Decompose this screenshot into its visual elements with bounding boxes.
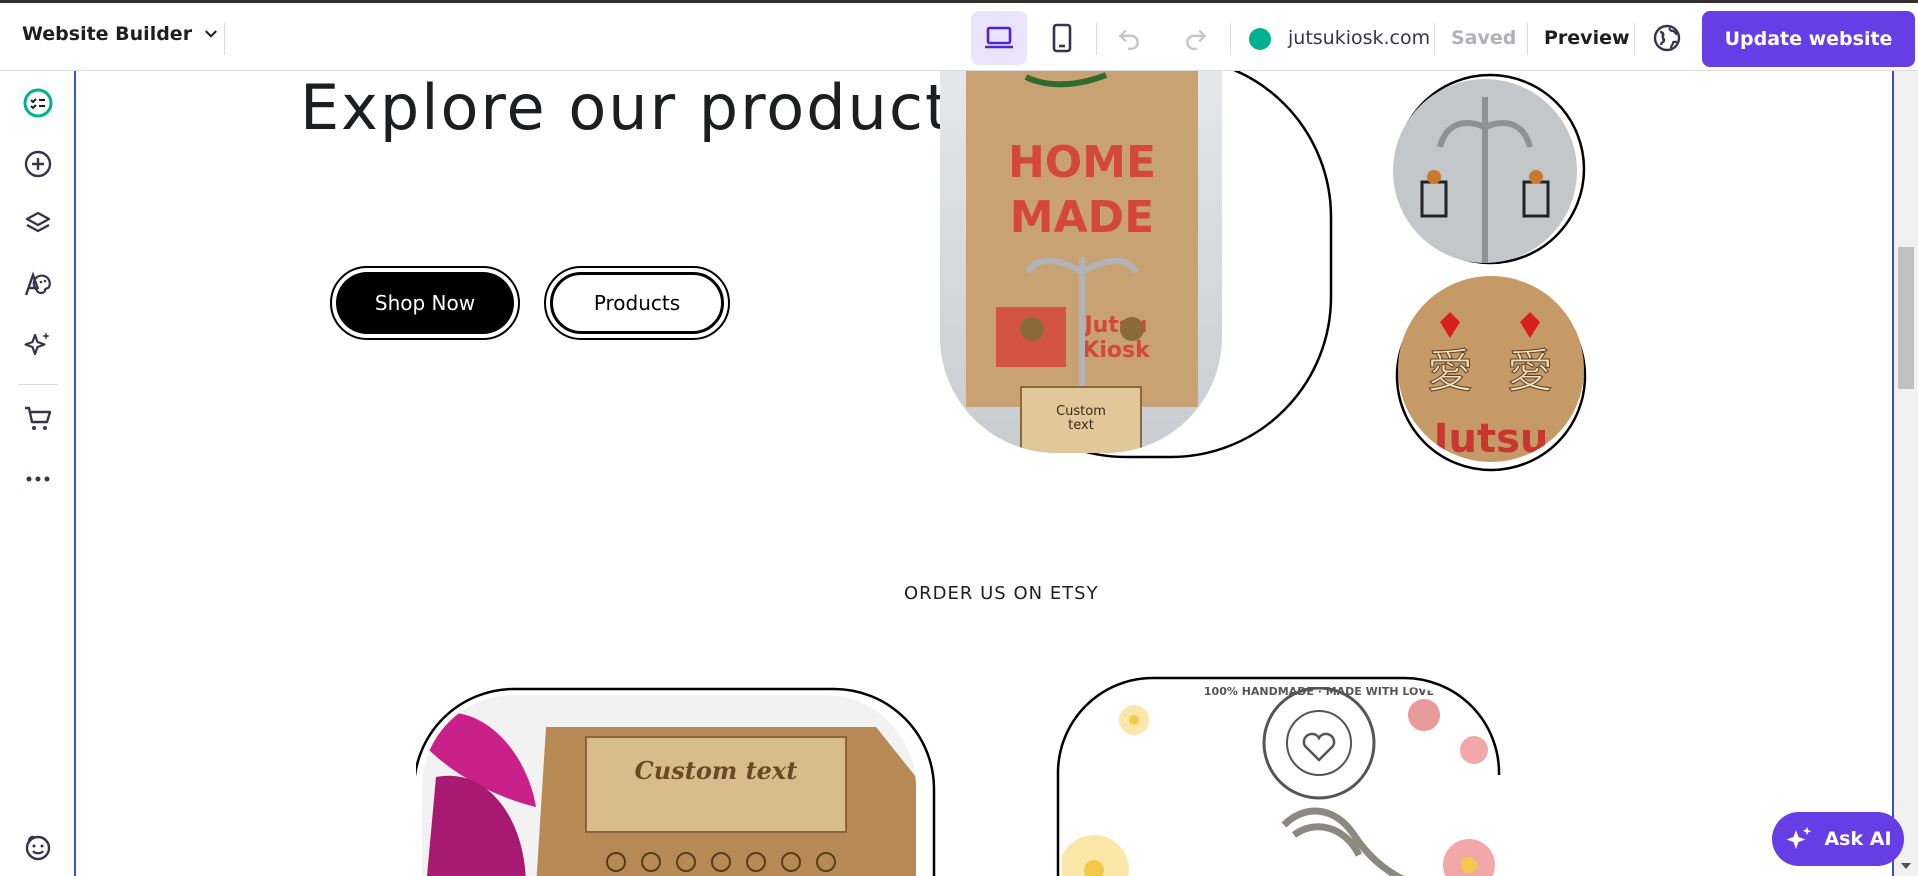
website-builder-menu[interactable]: Website Builder (22, 23, 220, 45)
sidebar-item-add[interactable] (20, 146, 56, 182)
globe-icon (1653, 24, 1681, 52)
scroll-down-arrow-icon[interactable] (1900, 861, 1912, 871)
undo-button[interactable] (1101, 11, 1157, 65)
left-sidebar (0, 71, 76, 876)
preview-button[interactable]: Preview (1544, 27, 1630, 49)
ask-ai-button[interactable]: Ask AI (1772, 812, 1904, 866)
svg-text:text: text (1068, 418, 1094, 433)
products-button[interactable]: Products (550, 272, 724, 334)
divider (1634, 23, 1635, 55)
sidebar-item-store[interactable] (20, 401, 56, 437)
product-image-heart-earrings[interactable]: 愛 愛 Jutsu (1388, 267, 1594, 473)
hero-title[interactable]: Explore our products (300, 71, 986, 144)
update-website-button[interactable]: Update website (1702, 11, 1915, 67)
chevron-down-icon (205, 30, 218, 38)
sidebar-divider (18, 384, 58, 385)
add-icon (24, 150, 52, 178)
cart-icon (25, 406, 52, 430)
ask-ai-label: Ask AI (1824, 828, 1892, 850)
scrollbar[interactable] (1894, 71, 1918, 876)
page-canvas: Explore our products Shop Now Products H… (76, 71, 1892, 876)
handmade-stamp-text: 100% HANDMADE · MADE WITH LOVE (1204, 685, 1434, 698)
product-image-gift-bag[interactable]: HOME MADE Jutsu Kiosk Custom text (936, 71, 1336, 463)
sidebar-item-more[interactable] (20, 461, 56, 497)
bag-print-top: HOME (1008, 137, 1156, 188)
checklist-icon (23, 88, 53, 118)
divider (224, 23, 225, 55)
divider (1434, 23, 1435, 55)
styles-icon (24, 271, 51, 296)
shop-now-button[interactable]: Shop Now (336, 272, 514, 334)
language-button[interactable] (1652, 23, 1682, 57)
redo-button[interactable] (1168, 11, 1224, 65)
svg-text:愛: 愛 (1427, 344, 1473, 398)
domain-status-dot (1249, 28, 1271, 50)
product-image-handmade-strap[interactable]: 100% HANDMADE · MADE WITH LOVE (1054, 675, 1544, 876)
top-bar: Website Builder jutsukiosk.com Saved Pre… (0, 0, 1918, 71)
sidebar-item-ai-tools[interactable] (20, 326, 56, 362)
svg-text:愛: 愛 (1507, 344, 1553, 398)
layers-icon (25, 211, 51, 233)
products-button-frame: Products (544, 266, 730, 340)
mobile-view-button[interactable] (1034, 11, 1090, 65)
earring-bg-print: Jutsu (1431, 416, 1549, 462)
sidebar-item-styles[interactable] (20, 266, 56, 302)
domain-name[interactable]: jutsukiosk.com (1288, 27, 1430, 49)
undo-icon (1118, 29, 1139, 51)
brand-label: Website Builder (22, 23, 193, 45)
ai-tools-icon (24, 332, 50, 356)
desktop-view-button[interactable] (971, 11, 1027, 65)
sidebar-item-layers[interactable] (20, 206, 56, 242)
divider (1096, 23, 1097, 55)
product-image-custom-box[interactable]: Custom text (416, 687, 936, 876)
desktop-icon (985, 26, 1013, 49)
divider (1230, 23, 1231, 55)
mobile-icon (1052, 23, 1072, 53)
box-engraving: Custom (1056, 404, 1106, 419)
divider (1527, 23, 1528, 55)
bag-print-middle: MADE (1010, 192, 1154, 243)
product-image-earrings-stand[interactable] (1390, 71, 1600, 277)
order-on-etsy-heading[interactable]: ORDER US ON ETSY (904, 583, 1099, 604)
photo-box-text: Custom text (635, 756, 798, 785)
saved-status: Saved (1451, 27, 1517, 49)
shop-now-button-frame: Shop Now (330, 266, 520, 340)
help-icon (25, 835, 51, 861)
sidebar-item-checklist[interactable] (20, 85, 56, 121)
scrollbar-thumb[interactable] (1898, 247, 1914, 389)
redo-icon (1186, 29, 1207, 51)
sidebar-item-help[interactable] (20, 829, 56, 865)
sparkle-icon (1786, 827, 1812, 849)
more-icon (26, 476, 50, 482)
svg-text:Kiosk: Kiosk (1082, 338, 1151, 363)
